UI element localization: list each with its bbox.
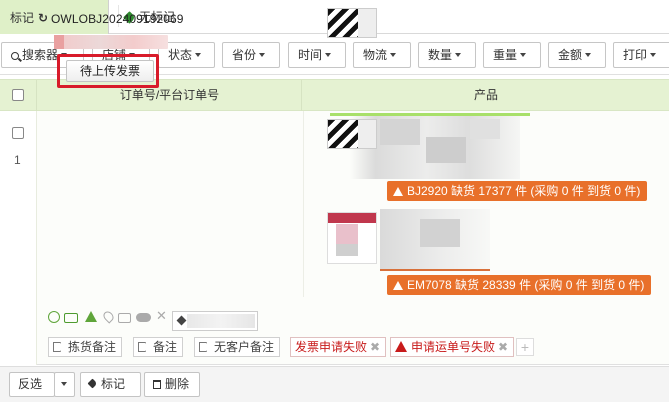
filter-print-label: 打印 [623,48,648,62]
product-thumbnail[interactable] [327,212,377,264]
platform-order-number-redacted [54,35,168,49]
filter-print-button[interactable]: 打印 [613,42,669,68]
warning-icon [393,187,403,196]
mark-button[interactable]: 标记 [80,372,141,397]
invert-select-dropdown[interactable] [54,372,75,397]
filter-weight-button[interactable]: 重量 [483,42,541,68]
tag-icon [176,315,187,326]
delete-button[interactable]: 删除 [144,372,200,397]
tag-icon [87,378,98,389]
tree-icon[interactable] [85,311,97,322]
close-icon[interactable]: ✕ [156,308,167,324]
chevron-down-icon [455,53,462,57]
chevron-down-icon [325,53,332,57]
filter-logistics-button[interactable]: 物流 [353,42,411,68]
invoice-failed-tag[interactable]: 发票申请失败 ✖ [290,337,387,357]
flag-icon [138,342,146,352]
picking-note-button[interactable]: 拣货备注 [48,337,123,357]
stock-warning-text: BJ2920 缺货 17377 件 (采购 0 件 到货 0 件) [407,184,641,198]
header-check-cell [0,80,37,111]
row-index: 1 [14,153,21,167]
filter-time-label: 时间 [298,48,323,62]
chevron-down-icon [520,53,527,57]
product-thumbnail[interactable] [327,8,377,38]
stock-warning-badge: EM7078 缺货 28339 件 (采购 0 件 到货 0 件) [387,275,652,295]
clock-icon[interactable] [48,311,60,323]
remark-button[interactable]: 备注 [133,337,184,357]
filter-amount-label: 金额 [558,48,583,62]
filter-status-label: 状态 [168,48,193,62]
add-note-button[interactable]: + [516,338,534,356]
trash-icon [153,380,161,389]
invert-select-button[interactable]: 反选 [9,372,55,397]
footer-toolbar: 反选 标记 删除 [0,366,669,402]
close-icon[interactable]: ✖ [370,340,380,354]
product-thumbnail-image[interactable] [327,119,377,149]
note-label: 拣货备注 [68,340,117,354]
note-label: 发票申请失败 [295,340,368,354]
filter-province-label: 省份 [232,48,257,62]
filter-time-button[interactable]: 时间 [288,42,346,68]
delete-label: 删除 [165,377,190,391]
warning-icon [393,281,403,290]
printer-icon[interactable] [118,313,131,323]
filter-logistics-label: 物流 [363,48,388,62]
product-info-redacted [380,209,490,271]
order-number[interactable]: OWLOBJ202409192069 [51,12,184,26]
row-checkbox[interactable] [12,127,24,139]
filter-amount-button[interactable]: 金额 [548,42,606,68]
refresh-icon[interactable]: ↻ [38,11,48,25]
select-all-checkbox[interactable] [12,89,24,101]
filter-weight-label: 重量 [493,48,518,62]
money-icon[interactable] [64,313,78,323]
note-label: 备注 [153,340,178,354]
mark-label: 标记 [101,377,126,391]
stock-warning-badge: BJ2920 缺货 17377 件 (采购 0 件 到货 0 件) [387,181,648,201]
chevron-down-icon [195,53,202,57]
tag-marked-label: 标记 [10,11,35,25]
search-icon [11,52,19,60]
stock-warning-text: EM7078 缺货 28339 件 (采购 0 件 到货 0 件) [407,278,645,292]
flag-icon [199,342,207,352]
chevron-down-icon [259,53,266,57]
note-label: 无客户备注 [214,340,275,354]
tag-field[interactable] [172,311,258,331]
note-label: 申请运单号失败 [411,340,496,354]
waybill-failed-tag[interactable]: 申请运单号失败 ✖ [390,337,515,357]
header-product: 产品 [473,88,498,102]
filter-quantity-label: 数量 [428,48,453,62]
warning-icon [395,341,407,352]
customer-note-button[interactable]: 无客户备注 [194,337,281,357]
chevron-down-icon [61,382,67,386]
close-icon[interactable]: ✖ [498,340,508,354]
flag-icon [53,342,61,352]
upload-invoice-button[interactable]: 待上传发票 [66,60,154,82]
chevron-down-icon [390,53,397,57]
chevron-down-icon [585,53,592,57]
cloud-icon[interactable] [136,313,151,322]
chevron-down-icon [650,53,657,57]
filter-province-button[interactable]: 省份 [222,42,280,68]
filter-quantity-button[interactable]: 数量 [418,42,476,68]
filter-search-label: 搜索器 [22,48,59,62]
row-check-cell: 1 [0,111,37,365]
